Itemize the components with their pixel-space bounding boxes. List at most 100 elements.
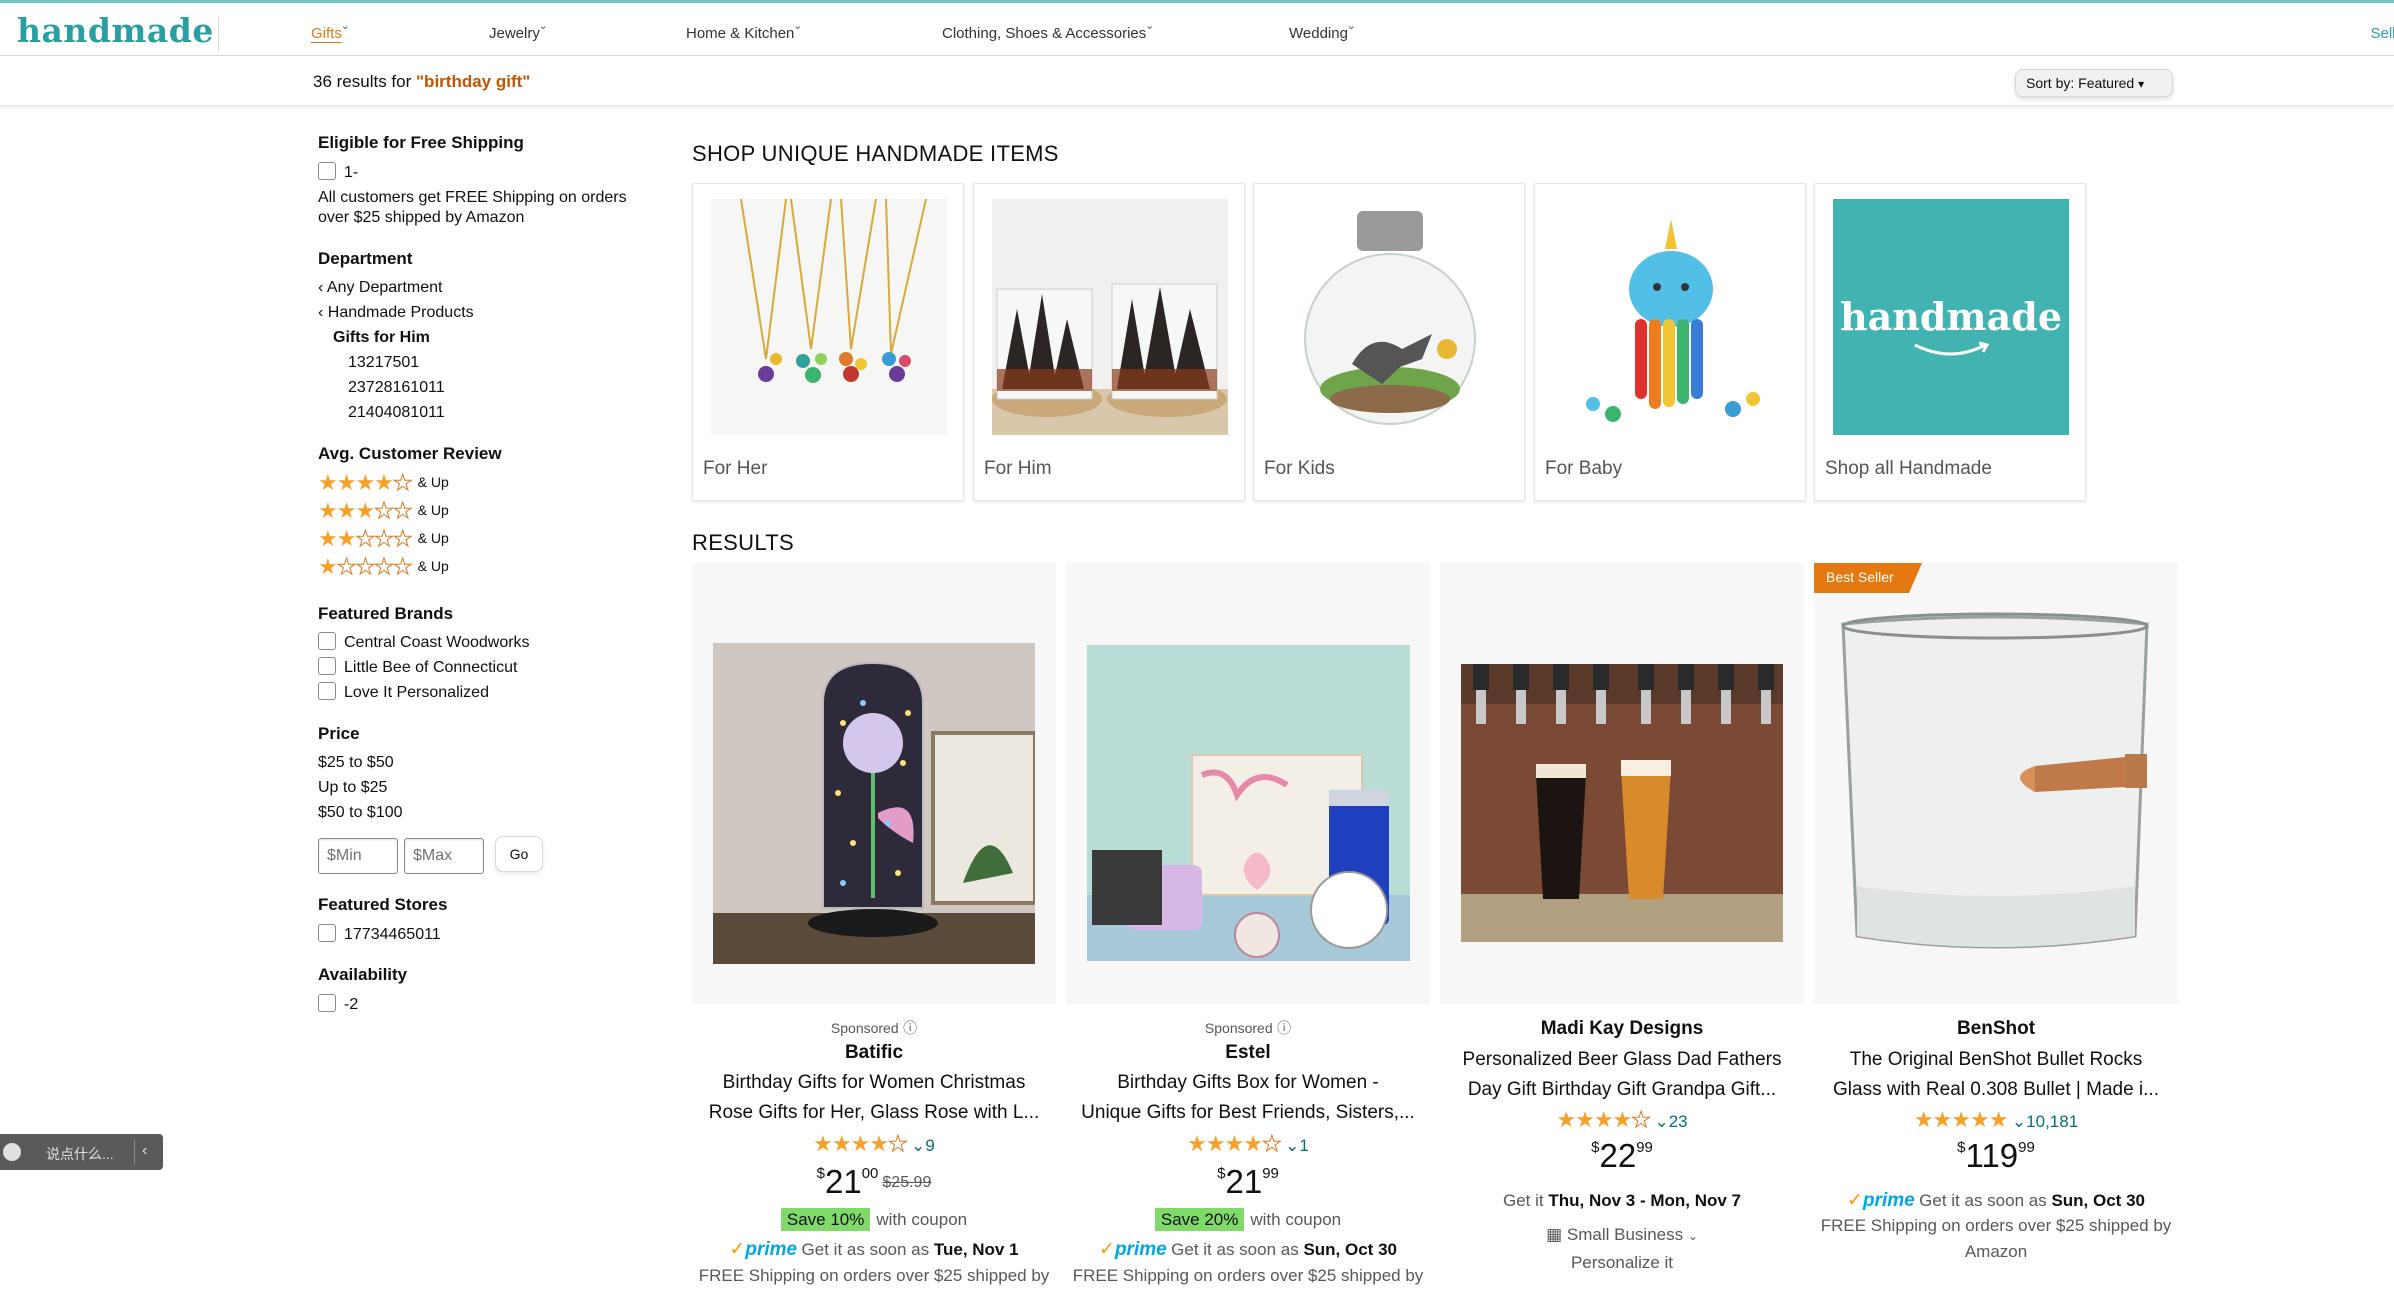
product-image-area[interactable]: Best Seller xyxy=(1814,563,2178,1004)
nav-item-clothing[interactable]: Clothing, Shoes & Accessories ⌄ xyxy=(942,20,1154,42)
availability-filter[interactable]: -2 xyxy=(318,994,358,1014)
nav-item-wedding[interactable]: Wedding ⌄ xyxy=(1289,20,1356,42)
review-filter-3[interactable]: ★★★★★ & Up xyxy=(318,498,449,524)
product-title-line-1[interactable]: Birthday Gifts for Women Christmas xyxy=(692,1068,1056,1098)
product-title-line-1[interactable]: The Original BenShot Bullet Rocks xyxy=(1814,1045,2178,1075)
sell-link[interactable]: Sell o xyxy=(2370,25,2394,42)
department-sub-3[interactable]: 21404081011 xyxy=(348,404,445,422)
delivery-date: Sun, Oct 30 xyxy=(1303,1240,1397,1259)
product-brand[interactable]: Batific xyxy=(692,1042,1056,1064)
department-sub-2[interactable]: 23728161011 xyxy=(348,379,445,397)
product-rating[interactable]: ★★★★★ ⌄1 xyxy=(1066,1131,1430,1157)
price-min-input[interactable]: $Min xyxy=(318,838,398,874)
price-range-link[interactable]: $25 to $50 xyxy=(318,754,394,772)
brand-filter[interactable]: Love It Personalized xyxy=(318,682,489,702)
brand-filter[interactable]: Central Coast Woodworks xyxy=(318,632,530,652)
info-icon[interactable]: ⓘ xyxy=(1277,1020,1291,1036)
product-card[interactable]: Sponsored ⓘ Estel Birthday Gifts Box for… xyxy=(1066,563,1430,1295)
brand-filter[interactable]: Little Bee of Connecticut xyxy=(318,657,517,677)
any-department-link[interactable]: ‹ Any Department xyxy=(318,279,443,297)
store-filter-label: 17734465011 xyxy=(344,926,441,943)
product-image-area[interactable] xyxy=(1440,563,1804,1004)
price-go-button[interactable]: Go xyxy=(495,836,543,872)
top-navigation: handmade Gifts ⌄ Jewelry ⌄ Home & Kitchen ⌄… xyxy=(0,0,2394,56)
chat-input-placeholder[interactable]: 说点什么... xyxy=(46,1144,114,1164)
chevron-left-icon[interactable]: ‹ xyxy=(142,1142,147,1160)
review-filter-4[interactable]: ★★★★★ & Up xyxy=(318,470,449,496)
sort-dropdown[interactable]: Sort by: Featured ▾ xyxy=(2015,69,2173,97)
product-title-line-2[interactable]: Glass with Real 0.308 Bullet | Made i... xyxy=(1814,1075,2178,1105)
checkbox[interactable] xyxy=(318,682,336,700)
review-filter-label: & Up xyxy=(417,530,449,546)
nav-item-gifts[interactable]: Gifts ⌄ xyxy=(311,20,350,43)
free-shipping-option[interactable]: 1- xyxy=(318,162,358,182)
caret-down-icon: ⌄ xyxy=(1346,20,1356,32)
price-range-link[interactable]: Up to $25 xyxy=(318,779,387,797)
caret-down-icon: ⌄ xyxy=(538,20,548,32)
category-tile-for-baby[interactable]: For Baby xyxy=(1534,183,1806,501)
product-title-line-2[interactable]: Rose Gifts for Her, Glass Rose with L... xyxy=(692,1098,1056,1128)
category-tile-shop-all[interactable]: handmade Shop all Handmade xyxy=(1814,183,2086,501)
handmade-products-link[interactable]: ‹ Handmade Products xyxy=(318,304,474,322)
free-shipping-note-1: All customers get FREE Shipping on order… xyxy=(318,189,627,206)
product-image-area[interactable] xyxy=(1066,563,1430,1004)
nav-item-label: Wedding xyxy=(1289,25,1348,42)
sort-value: Featured xyxy=(2078,75,2135,91)
product-card[interactable]: Sponsored ⓘ Batific Birthday Gifts for W… xyxy=(692,563,1056,1295)
nav-item-jewelry[interactable]: Jewelry ⌄ xyxy=(489,20,548,42)
product-title-line-1[interactable]: Personalized Beer Glass Dad Fathers xyxy=(1440,1045,1804,1075)
chat-widget[interactable]: 说点什么... ‹ xyxy=(0,1134,163,1170)
nav-item-home-kitchen[interactable]: Home & Kitchen ⌄ xyxy=(686,20,802,42)
info-icon[interactable]: ⓘ xyxy=(903,1020,917,1036)
chevron-down-icon: ⌄ xyxy=(1654,1112,1669,1131)
free-shipping-option-label: 1- xyxy=(344,164,359,181)
rating-count: 1 xyxy=(1299,1136,1309,1155)
product-image-area[interactable] xyxy=(692,563,1056,1004)
price-whole: 21 xyxy=(825,1163,862,1200)
caret-down-icon: ⌄ xyxy=(1145,20,1155,32)
product-price: $11999 xyxy=(1814,1137,2178,1175)
checkbox[interactable] xyxy=(318,162,336,180)
handmade-logo[interactable]: handmade xyxy=(17,11,214,50)
product-brand[interactable]: BenShot xyxy=(1814,1018,2178,1040)
product-card[interactable]: Best Seller BenShot The Original BenShot… xyxy=(1814,563,2178,1295)
product-title-line-2[interactable]: Unique Gifts for Best Friends, Sisters,.… xyxy=(1066,1098,1430,1128)
save-badge[interactable]: Save 20% xyxy=(1154,1208,1245,1231)
category-tile-for-him[interactable]: For Him xyxy=(973,183,1245,501)
department-sub-1[interactable]: 13217501 xyxy=(348,354,419,372)
small-business-badge[interactable]: ▦ Small Business ⌄ xyxy=(1440,1225,1804,1245)
small-business-label: Small Business xyxy=(1566,1225,1684,1244)
checkbox[interactable] xyxy=(318,994,336,1012)
product-title-line-2[interactable]: Day Gift Birthday Gift Grandpa Gift... xyxy=(1440,1075,1804,1105)
checkbox[interactable] xyxy=(318,657,336,675)
checkbox[interactable] xyxy=(318,632,336,650)
product-brand[interactable]: Madi Kay Designs xyxy=(1440,1018,1804,1040)
save-badge[interactable]: Save 10% xyxy=(780,1208,871,1231)
review-filter-1[interactable]: ★★★★★ & Up xyxy=(318,554,449,580)
brand-filter-label: Love It Personalized xyxy=(344,684,489,701)
shipping-text-line-2: Amazon xyxy=(1964,1242,2028,1261)
product-card[interactable]: Madi Kay Designs Personalized Beer Glass… xyxy=(1440,563,1804,1295)
category-tile-for-her[interactable]: For Her xyxy=(692,183,964,501)
rating-count: 10,181 xyxy=(2026,1112,2079,1131)
price-fraction: 99 xyxy=(1636,1139,1653,1156)
product-title-line-1[interactable]: Birthday Gifts Box for Women - xyxy=(1066,1068,1430,1098)
availability-title: Availability xyxy=(318,965,408,984)
product-rating[interactable]: ★★★★★ ⌄10,181 xyxy=(1814,1107,2178,1133)
checkbox[interactable] xyxy=(318,924,336,942)
store-filter[interactable]: 17734465011 xyxy=(318,924,441,944)
review-filter-2[interactable]: ★★★★★ & Up xyxy=(318,526,449,552)
brands-title: Featured Brands xyxy=(318,604,454,623)
price-range-link[interactable]: $50 to $100 xyxy=(318,804,403,822)
delivery-row: Get it Thu, Nov 3 - Mon, Nov 7 xyxy=(1440,1191,1804,1211)
category-tile-for-kids[interactable]: For Kids xyxy=(1253,183,1525,501)
prime-logo: ✓prime xyxy=(729,1239,798,1260)
price-max-input[interactable]: $Max xyxy=(404,838,484,874)
product-brand[interactable]: Estel xyxy=(1066,1042,1430,1064)
reviews-title: Avg. Customer Review xyxy=(318,444,502,463)
search-query: "birthday gift" xyxy=(416,72,531,91)
product-rating[interactable]: ★★★★★ ⌄23 xyxy=(1440,1107,1804,1133)
department-title: Department xyxy=(318,249,413,268)
handmade-products-label: Handmade Products xyxy=(327,304,474,321)
product-rating[interactable]: ★★★★★ ⌄9 xyxy=(692,1131,1056,1157)
